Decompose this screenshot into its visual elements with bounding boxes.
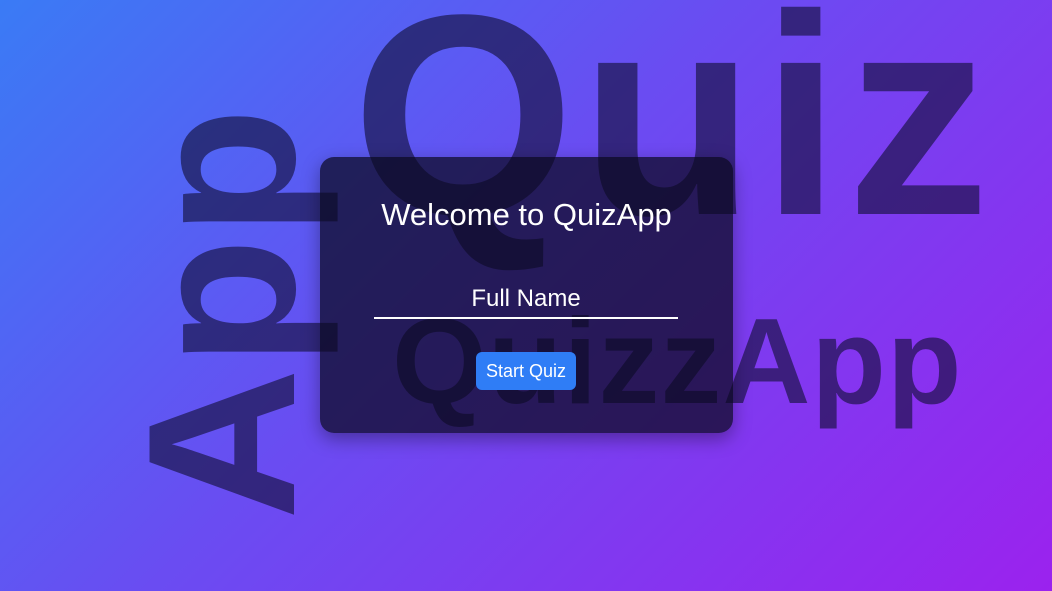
welcome-title: Welcome to QuizApp [381,197,672,232]
full-name-input[interactable] [374,281,678,319]
welcome-card: Welcome to QuizApp Start Quiz [320,157,733,433]
background-word-app: App [104,105,339,520]
start-quiz-button[interactable]: Start Quiz [476,352,576,390]
